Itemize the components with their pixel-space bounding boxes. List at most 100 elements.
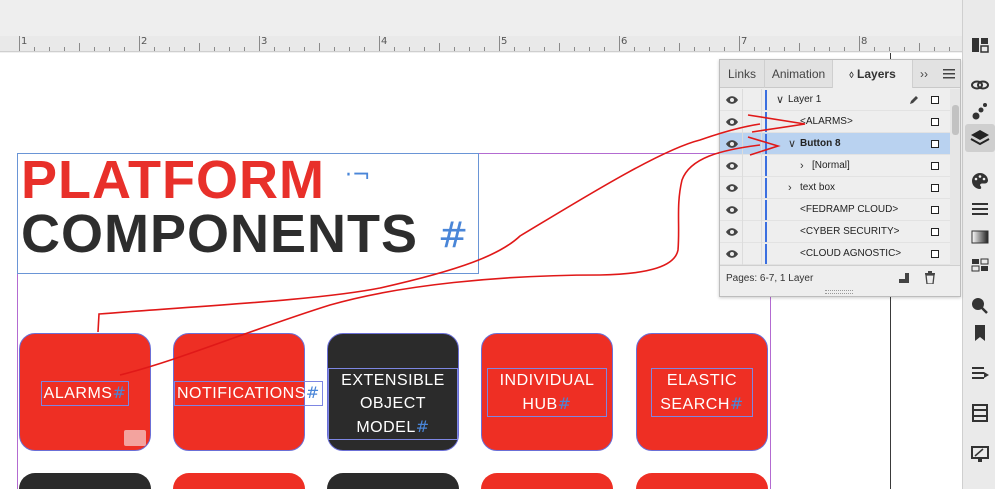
- layer-color-bar: [765, 112, 767, 132]
- title-platform[interactable]: PLATFORM: [21, 149, 325, 211]
- lock-toggle[interactable]: [742, 155, 762, 177]
- panel-resize-grip[interactable]: [825, 290, 853, 294]
- layer-row[interactable]: <ALARMS>: [720, 111, 950, 133]
- tile-row2-3[interactable]: [327, 473, 459, 489]
- ruler-number: 5: [501, 36, 508, 47]
- layers-list[interactable]: ∨ Layer 1 <ALARMS> ∨ Button 8 › [Normal] › text …: [720, 89, 950, 265]
- tile-individual-hub[interactable]: INDIVIDUAL HUB#: [481, 333, 613, 451]
- ruler-minor-tick: [529, 47, 530, 51]
- selection-square[interactable]: [931, 206, 939, 214]
- tile-row2-1[interactable]: [19, 473, 151, 489]
- selection-square[interactable]: [931, 96, 939, 104]
- ruler-minor-tick: [394, 47, 395, 51]
- visibility-eye-icon[interactable]: [725, 138, 739, 150]
- tile-row2-4[interactable]: [481, 473, 613, 489]
- visibility-eye-icon[interactable]: [725, 116, 739, 128]
- trash-icon[interactable]: [924, 271, 936, 287]
- tile-alarms[interactable]: ALARMS#: [19, 333, 151, 451]
- ruler-minor-tick: [634, 47, 635, 51]
- panel-expand-button[interactable]: ››: [913, 60, 935, 88]
- tile-label-frame[interactable]: NOTIFICATIONS#: [174, 381, 323, 406]
- ruler-minor-tick: [739, 43, 740, 51]
- stroke-icon[interactable]: [969, 198, 991, 220]
- layer-name[interactable]: Button 8: [800, 133, 841, 155]
- ruler-minor-tick: [94, 47, 95, 51]
- swatches-icon[interactable]: [969, 170, 991, 192]
- scrollbar-thumb[interactable]: [952, 105, 959, 135]
- new-layer-icon[interactable]: [898, 272, 910, 287]
- layer-name[interactable]: <ALARMS>: [800, 111, 853, 133]
- expand-chevron-icon[interactable]: ∨: [788, 133, 796, 155]
- tile-label-frame[interactable]: EXTENSIBLE OBJECT MODEL#: [328, 368, 458, 440]
- expand-chevron-icon[interactable]: ›: [800, 155, 804, 177]
- tile-extensible-object-model[interactable]: EXTENSIBLE OBJECT MODEL#: [327, 333, 459, 451]
- visibility-eye-icon[interactable]: [725, 182, 739, 194]
- visibility-eye-icon[interactable]: [725, 94, 739, 106]
- layer-row[interactable]: <CYBER SECURITY>: [720, 221, 950, 243]
- lock-toggle[interactable]: [742, 177, 762, 199]
- visibility-eye-icon[interactable]: [725, 204, 739, 216]
- tile-notifications[interactable]: NOTIFICATIONS#: [173, 333, 323, 451]
- layers-icon[interactable]: [969, 127, 991, 149]
- visibility-eye-icon[interactable]: [725, 160, 739, 172]
- selection-square[interactable]: [931, 184, 939, 192]
- layer-name[interactable]: [Normal]: [812, 155, 850, 177]
- tile-label-frame[interactable]: INDIVIDUAL HUB#: [486, 368, 608, 417]
- lock-toggle[interactable]: [742, 111, 762, 133]
- visibility-eye-icon[interactable]: [725, 226, 739, 238]
- ruler-number: 4: [381, 36, 388, 47]
- expand-chevron-icon[interactable]: ∨: [776, 89, 784, 111]
- tile-label-frame[interactable]: ELASTIC SEARCH#: [651, 368, 753, 417]
- selection-square[interactable]: [931, 250, 939, 258]
- lock-toggle[interactable]: [742, 89, 762, 111]
- layer-name[interactable]: Layer 1: [788, 89, 821, 111]
- layer-name[interactable]: <CYBER SECURITY>: [800, 221, 899, 243]
- layer-row[interactable]: <CLOUD AGNOSTIC>: [720, 243, 950, 265]
- layer-row[interactable]: <FEDRAMP CLOUD>: [720, 199, 950, 221]
- tile-row2-5[interactable]: [636, 473, 768, 489]
- swatch-grid-icon[interactable]: [969, 254, 991, 276]
- lock-toggle[interactable]: [742, 221, 762, 243]
- pages-icon[interactable]: [969, 34, 991, 56]
- panel-menu-icon[interactable]: [938, 60, 960, 88]
- layer-row[interactable]: › [Normal]: [720, 155, 950, 177]
- layer-row[interactable]: ∨ Layer 1: [720, 89, 950, 111]
- selection-square[interactable]: [931, 118, 939, 126]
- tab-layers[interactable]: ◊ Layers: [833, 60, 913, 88]
- animation-icon[interactable]: [969, 100, 991, 122]
- lock-toggle[interactable]: [742, 243, 762, 265]
- layer-name[interactable]: text box: [800, 177, 835, 199]
- tile-elastic-search[interactable]: ELASTIC SEARCH#: [636, 333, 768, 451]
- selection-square[interactable]: [931, 140, 939, 148]
- gradient-icon[interactable]: [969, 226, 991, 248]
- expand-chevron-icon[interactable]: ›: [788, 177, 792, 199]
- layer-row[interactable]: ∨ Button 8: [720, 133, 950, 155]
- bookmarks-icon[interactable]: [969, 322, 991, 344]
- title-components[interactable]: COMPONENTS: [21, 203, 418, 265]
- layer-row[interactable]: › text box: [720, 177, 950, 199]
- selection-square[interactable]: [931, 162, 939, 170]
- preview-icon[interactable]: [969, 443, 991, 465]
- selection-square[interactable]: [931, 228, 939, 236]
- layers-scrollbar[interactable]: [950, 89, 960, 265]
- ruler-number: 7: [741, 36, 748, 47]
- tile-row2-2[interactable]: [173, 473, 305, 489]
- hash-mark: #: [438, 215, 469, 256]
- lock-toggle[interactable]: [742, 133, 762, 155]
- media-icon[interactable]: [969, 402, 991, 424]
- visibility-eye-icon[interactable]: [725, 248, 739, 260]
- links-icon[interactable]: [969, 74, 991, 96]
- hyperlinks-icon[interactable]: [969, 294, 991, 316]
- tile-label-frame[interactable]: ALARMS#: [40, 381, 130, 406]
- hash-mark: #: [729, 394, 744, 413]
- layers-panel[interactable]: Links Animation ◊ Layers ›› ∨ Layer 1 <ALA…: [719, 59, 961, 297]
- lock-toggle[interactable]: [742, 199, 762, 221]
- ruler-minor-tick: [64, 47, 65, 51]
- layer-name[interactable]: <FEDRAMP CLOUD>: [800, 199, 898, 221]
- button-state-icon[interactable]: [124, 430, 146, 446]
- tab-links[interactable]: Links: [720, 60, 765, 88]
- tab-animation[interactable]: Animation: [765, 60, 833, 88]
- layer-name[interactable]: <CLOUD AGNOSTIC>: [800, 243, 901, 265]
- text-wrap-icon[interactable]: [969, 362, 991, 384]
- horizontal-ruler[interactable]: 1 2 3 4 5 6 7 8: [0, 36, 962, 52]
